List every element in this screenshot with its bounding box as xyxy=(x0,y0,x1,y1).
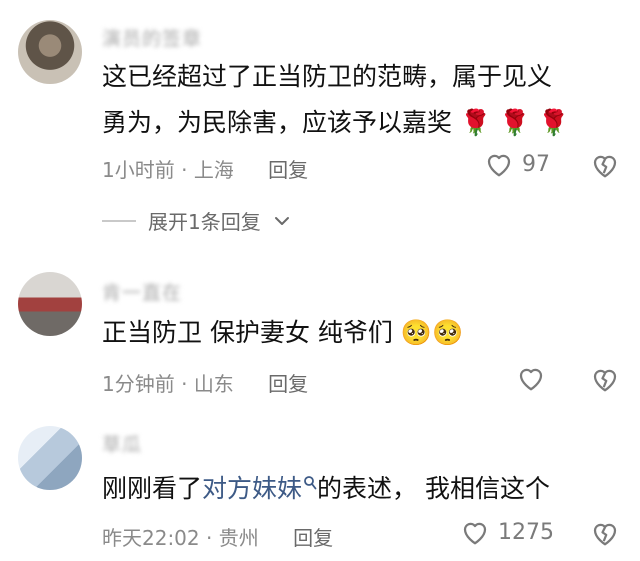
meta-separator: · xyxy=(199,526,219,550)
comment-meta: 1小时前 · 上海 回复 xyxy=(102,154,308,183)
pleading-face-emoji: 🥺 xyxy=(432,318,464,347)
meta-separator: · xyxy=(174,158,194,182)
comment-text-line-1: 这已经超过了正当防卫的范畴，属于见义 xyxy=(102,62,553,91)
reply-button[interactable]: 回复 xyxy=(268,158,308,182)
broken-heart-icon xyxy=(590,151,620,179)
comment-meta: 1分钟前 · 山东 回复 xyxy=(102,368,308,397)
avatar[interactable] xyxy=(18,272,82,336)
chevron-down-icon xyxy=(273,214,291,228)
comment-time: 昨天22:02 xyxy=(102,526,200,550)
avatar[interactable] xyxy=(18,20,82,84)
reply-button[interactable]: 回复 xyxy=(268,372,308,396)
like-count: 97 xyxy=(522,151,550,177)
like-count: 1275 xyxy=(498,519,554,545)
like-button[interactable]: 97 xyxy=(484,150,550,178)
heart-outline-icon xyxy=(516,364,546,392)
comment-author[interactable]: 草瓜 xyxy=(102,430,142,457)
reply-button[interactable]: 回复 xyxy=(293,526,333,550)
dislike-button[interactable] xyxy=(590,519,620,547)
pleading-face-emoji: 🥺 xyxy=(400,318,432,347)
rose-emoji: 🌹 xyxy=(499,108,531,137)
heart-outline-icon xyxy=(460,518,490,546)
avatar[interactable] xyxy=(18,426,82,490)
comment-text: 刚刚看了对方妹妹 的表述， 我相信这个 xyxy=(102,466,602,512)
comment-author[interactable]: 肯一直在 xyxy=(102,278,182,305)
comment-time: 1小时前 xyxy=(102,158,175,182)
comment-text-post: 的表述， 我相信这个 xyxy=(317,474,550,503)
search-icon xyxy=(303,475,317,491)
rose-emoji: 🌹 xyxy=(538,108,570,137)
comment-meta: 昨天22:02 · 贵州 回复 xyxy=(102,522,333,551)
comment-author[interactable]: 演员的签章 xyxy=(102,24,202,51)
rose-emoji: 🌹 xyxy=(459,108,492,137)
comment-text-main: 正当防卫 保护妻女 纯爷们 xyxy=(102,318,393,347)
comment-text-line-2: 勇为，为民除害，应该予以嘉奖 xyxy=(102,108,453,137)
heart-outline-icon xyxy=(484,150,514,178)
search-link[interactable]: 对方妹妹 xyxy=(202,474,317,503)
meta-separator: · xyxy=(174,372,194,396)
comment-text: 正当防卫 保护妻女 纯爷们 🥺🥺 xyxy=(102,310,602,356)
like-button[interactable] xyxy=(516,364,554,392)
comment-location: 上海 xyxy=(193,158,234,182)
comment-location: 山东 xyxy=(193,372,234,396)
like-button[interactable]: 1275 xyxy=(460,518,554,546)
comment-time: 1分钟前 xyxy=(102,372,175,396)
expand-replies-button[interactable]: 展开1条回复 xyxy=(102,206,291,235)
expand-replies-label: 展开1条回复 xyxy=(148,210,261,234)
broken-heart-icon xyxy=(590,519,620,547)
divider-dash xyxy=(102,219,136,222)
dislike-button[interactable] xyxy=(590,365,620,393)
comment-location: 贵州 xyxy=(218,526,259,550)
search-link-text: 对方妹妹 xyxy=(202,474,303,503)
comment-text: 这已经超过了正当防卫的范畴，属于见义 勇为，为民除害，应该予以嘉奖 🌹 🌹 🌹 xyxy=(102,54,602,146)
dislike-button[interactable] xyxy=(590,151,620,179)
broken-heart-icon xyxy=(590,365,620,393)
comment-text-pre: 刚刚看了 xyxy=(102,474,203,503)
